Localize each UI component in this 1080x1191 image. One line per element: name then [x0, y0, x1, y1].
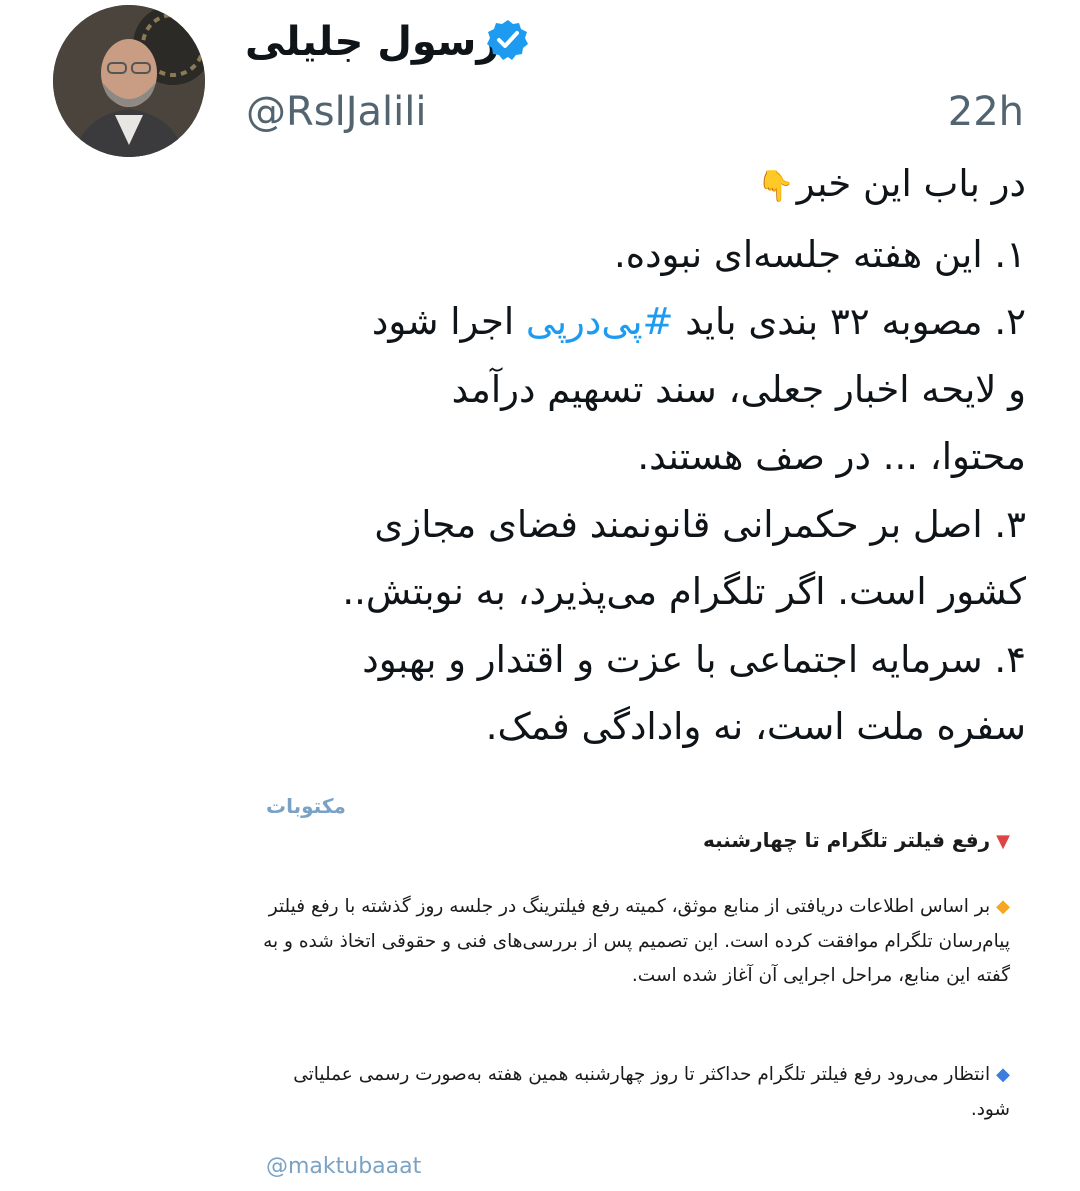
author-display-name[interactable]: رسول جلیلی	[245, 10, 499, 74]
tweet-line-text: در باب این خبر	[796, 162, 1026, 205]
embed-title-text: رفع فیلتر تلگرام تا چهارشنبه	[702, 828, 991, 852]
tweet-line: و لایحه اخبار جعلی، سند تسهیم درآمد	[451, 367, 1026, 411]
tweet-line: محتوا، ... در صف هستند.	[637, 435, 1026, 478]
embed-paragraph: ◆انتظار می‌رود رفع فیلتر تلگرام حداکثر ت…	[252, 1058, 1010, 1127]
tweet-card: رسول جلیلی @RslJalili 22h در باب این خبر…	[0, 0, 1080, 1191]
red-triangle-icon: ▼	[996, 831, 1010, 852]
blue-diamond-icon: ◆	[996, 1064, 1010, 1085]
author-avatar[interactable]	[53, 5, 205, 157]
tweet-line: ۲. مصوبه ۳۲ بندی باید #پی‌درپی اجرا شود	[236, 288, 1026, 356]
embed-paragraph-text: انتظار می‌رود رفع فیلتر تلگرام حداکثر تا…	[293, 1064, 1010, 1120]
tweet-line-text: اجرا شود	[371, 300, 526, 343]
embed-paragraph-text: بر اساس اطلاعات دریافتی از منابع موثق، ک…	[263, 896, 1010, 986]
author-handle[interactable]: @RslJalili	[246, 82, 427, 142]
tweet-text: در باب این خبر👇 ۱. این هفته جلسه‌ای نبود…	[236, 150, 1026, 761]
tweet-line: در باب این خبر👇	[236, 150, 1026, 221]
attached-image[interactable]: مکتوبات ▼رفع فیلتر تلگرام تا چهارشنبه ◆ب…	[232, 770, 1028, 1191]
embed-title: ▼رفع فیلتر تلگرام تا چهارشنبه	[703, 828, 1010, 852]
pointing-down-icon: 👇	[757, 169, 795, 204]
verified-badge-icon	[486, 18, 530, 62]
tweet-line: ۴. سرمایه اجتماعی با عزت و اقتدار و بهبو…	[362, 637, 1026, 681]
embed-handle: @maktubaaat	[266, 1154, 422, 1179]
embed-paragraph: ◆بر اساس اطلاعات دریافتی از منابع موثق، …	[252, 890, 1010, 994]
hashtag-link[interactable]: #پی‌درپی	[526, 300, 674, 343]
tweet-line-text: ۲. مصوبه ۳۲ بندی باید	[673, 300, 1026, 343]
tweet-line: ۱. این هفته جلسه‌ای نبوده.	[613, 232, 1026, 276]
tweet-line: سفره ملت است، نه وادادگی فمک.	[485, 705, 1026, 748]
tweet-line: کشور است. اگر تلگرام می‌پذیرد، به نوبتش.…	[342, 570, 1026, 613]
embed-source-label: مکتوبات	[266, 794, 346, 818]
tweet-timestamp[interactable]: 22h	[948, 82, 1024, 142]
orange-diamond-icon: ◆	[996, 896, 1010, 917]
tweet-line: ۳. اصل بر حکمرانی قانونمند فضای مجازی	[374, 502, 1026, 546]
